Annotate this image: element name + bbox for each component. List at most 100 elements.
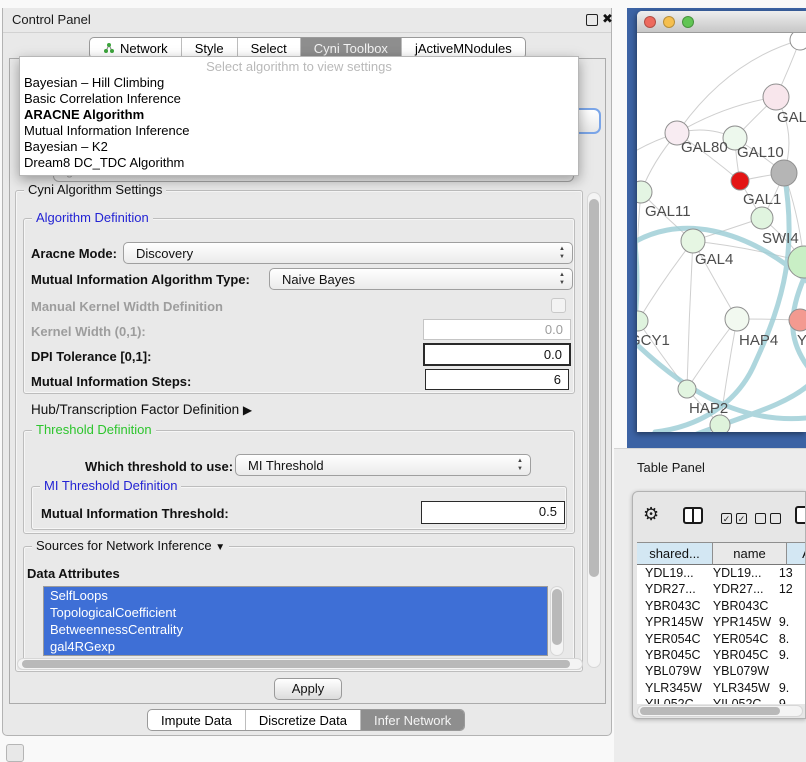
data-attributes-list: SelfLoopsTopologicalCoefficientBetweenne… — [43, 586, 548, 656]
sources-title-text: Sources for Network Inference — [36, 538, 212, 553]
node-unlabeled[interactable] — [790, 33, 806, 50]
tab-infer-network[interactable]: Infer Network — [361, 710, 464, 730]
aracne-mode-value: Discovery — [136, 246, 193, 261]
table-row[interactable]: YDR27...YDR27...12 — [637, 581, 806, 597]
table-row[interactable]: YPR145WYPR145W9. — [637, 614, 806, 630]
column-header-shared-[interactable]: shared... — [637, 542, 713, 565]
minimize-traffic-light[interactable] — [663, 16, 675, 28]
node-unlabeled[interactable] — [731, 172, 749, 190]
node-label-gcy1: GCY1 — [637, 332, 670, 349]
node-unlabeled[interactable] — [771, 160, 797, 186]
network-window-titlebar[interactable] — [637, 11, 806, 33]
aracne-mode-label: Aracne Mode: — [31, 246, 117, 261]
combo-stepper-icon: ▲▼ — [559, 245, 565, 261]
which-threshold-combo[interactable]: MI Threshold ▲▼ — [235, 454, 531, 476]
table-row[interactable]: YER054CYER054C8. — [637, 631, 806, 647]
scrollbar-thumb[interactable] — [22, 660, 570, 668]
tab-label: Select — [251, 41, 287, 56]
gear-icon[interactable]: ⚙ — [643, 504, 659, 525]
table-cell: YDR27... — [637, 581, 705, 597]
checked-box-icon: ✓ — [736, 513, 747, 524]
algorithm-option-bayesian-hill-climbing[interactable]: Bayesian – Hill Climbing — [20, 75, 578, 91]
node-label-hap4: HAP4 — [739, 332, 778, 349]
control-panel-titlebar: Control Panel ✖ — [3, 8, 611, 33]
combo-stepper-icon: ▲▼ — [517, 457, 523, 473]
table-row[interactable]: YIL052CYIL052C9 — [637, 696, 806, 704]
expanded-arrow-icon[interactable]: ▼ — [215, 542, 225, 553]
tab-network[interactable]: Network — [90, 38, 182, 58]
node-y[interactable] — [789, 309, 806, 331]
node-gal11[interactable] — [637, 181, 652, 203]
algorithm-option-dream8-dc-tdc-algorithm[interactable]: Dream8 DC_TDC Algorithm — [20, 155, 578, 171]
table-cell: YIL052C — [705, 696, 771, 704]
node-gal4[interactable] — [681, 229, 705, 253]
apply-button[interactable]: Apply — [274, 678, 342, 700]
table-cell: 9. — [771, 614, 806, 630]
node-hap2[interactable] — [678, 380, 696, 398]
tab-label: Style — [195, 41, 224, 56]
table-row[interactable]: YBL079WYBL079W — [637, 663, 806, 679]
close-traffic-light[interactable] — [644, 16, 656, 28]
table-row[interactable]: YLR345WYLR345W9. — [637, 680, 806, 696]
select-all-checks-icon[interactable]: ✓ ✓ — [721, 513, 747, 524]
table-row[interactable]: YDL19...YDL19...13 — [637, 565, 806, 581]
mi-steps-field[interactable]: 6 — [425, 369, 569, 390]
combo-stepper-icon: ▲▼ — [559, 271, 565, 287]
tab-select[interactable]: Select — [238, 38, 301, 58]
algorithm-option-aracne-algorithm[interactable]: ARACNE Algorithm — [20, 107, 578, 123]
tab-impute-data[interactable]: Impute Data — [148, 710, 246, 730]
algorithm-popup-prompt: Select algorithm to view settings — [20, 59, 578, 75]
which-threshold-value: MI Threshold — [248, 458, 324, 473]
attribute-item-selfloops[interactable]: SelfLoops — [44, 587, 547, 604]
mi-type-combo[interactable]: Naive Bayes ▲▼ — [269, 268, 573, 290]
tab-style[interactable]: Style — [182, 38, 238, 58]
zoom-traffic-light[interactable] — [682, 16, 694, 28]
node-hap4[interactable] — [725, 307, 749, 331]
scrollbar-thumb[interactable] — [552, 589, 562, 645]
node-gcy1[interactable] — [637, 311, 648, 331]
aracne-mode-combo[interactable]: Discovery ▲▼ — [123, 242, 573, 264]
tab-jactivemnodules[interactable]: jActiveMNodules — [402, 38, 525, 58]
tab-cyni-toolbox[interactable]: Cyni Toolbox — [301, 38, 402, 58]
unchecked-box-icon — [755, 513, 766, 524]
network-canvas[interactable]: GALGAL80GAL10GAL1GAL11SWI4GAL4GCY1HAP4YH… — [637, 33, 806, 432]
scrollbar-thumb[interactable] — [589, 199, 599, 577]
table-function-icon[interactable] — [795, 506, 806, 524]
table-horizontal-scrollbar[interactable] — [637, 705, 803, 717]
tab-discretize-data[interactable]: Discretize Data — [246, 710, 361, 730]
attribute-item-gal4rgexp[interactable]: gal4RGexp — [44, 638, 547, 655]
panel-vertical-scrollbar[interactable] — [587, 192, 601, 668]
column-header-a[interactable]: A — [787, 542, 806, 565]
node-gal1[interactable] — [751, 207, 773, 229]
column-header-name[interactable]: name — [713, 542, 787, 565]
node-label-swi4: SWI4 — [762, 230, 799, 247]
scrollbar-thumb[interactable] — [640, 707, 780, 715]
attributes-list-scrollbar[interactable] — [550, 586, 564, 656]
panel-horizontal-scrollbar[interactable] — [17, 658, 583, 670]
panel-title: Control Panel — [12, 12, 91, 27]
algorithm-option-basic-correlation-inference[interactable]: Basic Correlation Inference — [20, 91, 578, 107]
attribute-item-betweennesscentrality[interactable]: BetweennessCentrality — [44, 621, 547, 638]
mi-threshold-field[interactable]: 0.5 — [421, 501, 565, 524]
manual-kernel-checkbox[interactable] — [551, 298, 566, 313]
network-desktop: GALGAL80GAL10GAL1GAL11SWI4GAL4GCY1HAP4YH… — [627, 8, 806, 448]
table-row[interactable]: YBR043CYBR043C — [637, 598, 806, 614]
bottom-left-panel-icon[interactable] — [6, 744, 24, 762]
mi-threshold-label: Mutual Information Threshold: — [41, 506, 229, 521]
kernel-width-field[interactable]: 0.0 — [423, 319, 571, 340]
hub-definition-toggle[interactable]: Hub/Transcription Factor Definition ▶ — [31, 402, 252, 417]
close-icon[interactable]: ✖ — [602, 11, 613, 27]
table-cell: 9. — [771, 680, 806, 696]
dpi-tolerance-field[interactable]: 0.0 — [423, 343, 571, 366]
table-row[interactable]: YBR045CYBR045C9. — [637, 647, 806, 663]
algorithm-option-mutual-information-inference[interactable]: Mutual Information Inference — [20, 123, 578, 139]
unselect-all-checks-icon[interactable] — [755, 513, 781, 524]
node-unlabeled[interactable] — [710, 415, 730, 432]
float-window-icon[interactable] — [586, 14, 598, 26]
table-body: YDL19...YDL19...13YDR27...YDR27...12YBR0… — [637, 565, 806, 704]
attribute-item-topologicalcoefficient[interactable]: TopologicalCoefficient — [44, 604, 547, 621]
table-panel-title: Table Panel — [637, 460, 705, 475]
columns-icon[interactable] — [683, 507, 703, 524]
algorithm-option-bayesian-k2[interactable]: Bayesian – K2 — [20, 139, 578, 155]
node-gal[interactable] — [763, 84, 789, 110]
